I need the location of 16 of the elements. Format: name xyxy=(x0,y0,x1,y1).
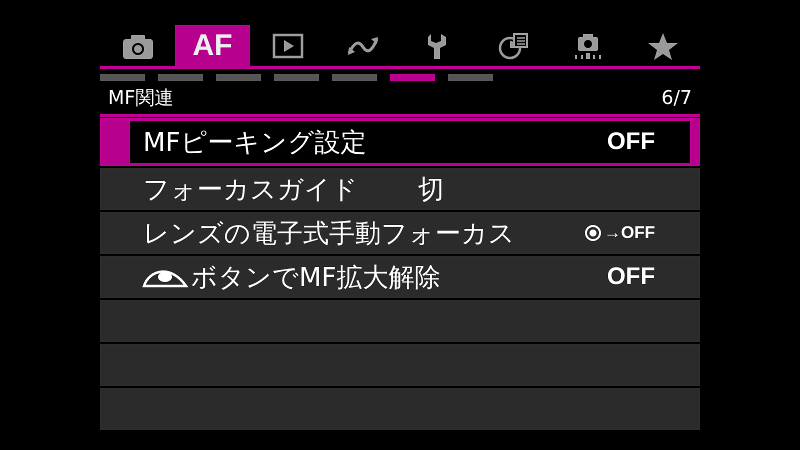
item-label: MFピーキング設定 xyxy=(143,126,366,160)
item-label: フォーカスガイド xyxy=(143,174,358,206)
item-value: 切 xyxy=(418,174,444,206)
item-value: OFF xyxy=(607,263,655,291)
menu-row[interactable]: ボタンでMF拡大解除 OFF xyxy=(100,256,700,298)
item-value: →OFF xyxy=(604,223,655,243)
af-tab[interactable]: AF xyxy=(175,25,250,66)
page-number: 6/7 xyxy=(661,86,692,108)
dial-icon xyxy=(584,224,602,242)
menu-row[interactable]: MFピーキング設定 OFF xyxy=(100,118,700,166)
section-title: MF関連 xyxy=(108,86,174,110)
item-label: レンズの電子式手動フォーカス xyxy=(143,218,515,250)
item-label: ボタンでMF拡大解除 xyxy=(191,262,440,294)
item-value: OFF xyxy=(607,128,655,156)
menu-row[interactable]: レンズの電子式手動フォーカス →OFF xyxy=(100,212,700,254)
menu-row[interactable]: フォーカスガイド 切 xyxy=(100,168,700,210)
